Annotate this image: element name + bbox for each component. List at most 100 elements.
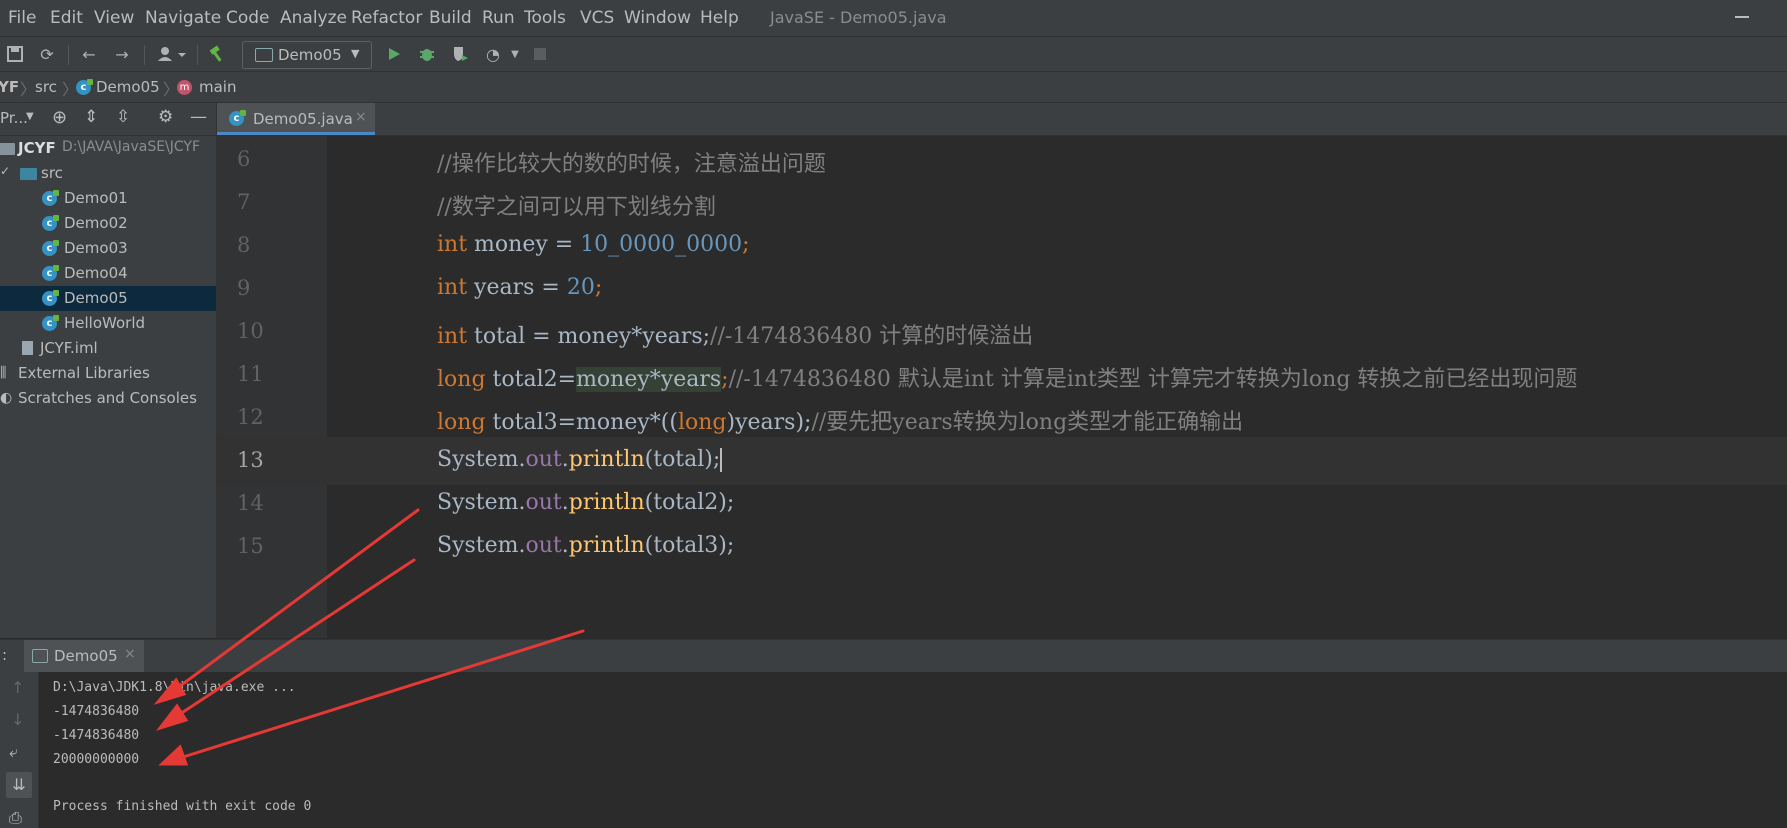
close-icon[interactable]: ×	[355, 109, 367, 125]
chevron-down-icon[interactable]: ▼	[26, 111, 34, 122]
code-line[interactable]: 15 System.out.println(total3);	[217, 523, 1787, 571]
back-arrow-icon[interactable]: ←	[78, 43, 100, 65]
tree-item-class[interactable]: c Demo02	[0, 211, 216, 236]
code-line-current[interactable]: 13 System.out.println(total);	[217, 437, 1787, 485]
editor-tab-bar: c Demo05.java ×	[217, 103, 1787, 136]
line-number: 7	[237, 190, 251, 214]
breadcrumb-src[interactable]: src	[35, 78, 57, 96]
menu-window[interactable]: Window	[624, 8, 691, 28]
class-label: Demo03	[64, 239, 128, 257]
scroll-to-end-icon[interactable]: ⇊	[6, 772, 32, 798]
class-label: Demo01	[64, 189, 128, 207]
sync-icon[interactable]: ⟳	[36, 43, 58, 65]
breadcrumb: YF 〉 src 〉 c Demo05 〉 m main	[0, 72, 1787, 103]
scratches-icon: ◐	[0, 390, 13, 406]
code-comment: //操作比较大的数的时候，注意溢出问题	[437, 152, 826, 177]
menu-file[interactable]: File	[8, 8, 36, 28]
code-text: long total2=money*years;//-1474836480 默认…	[437, 367, 1578, 392]
chevron-right-icon: 〉	[20, 80, 37, 99]
menu-navigate[interactable]: Navigate	[145, 8, 221, 28]
code-text: int total = money*years;//-1474836480 计算…	[437, 324, 1034, 349]
library-icon: ⫼	[0, 365, 7, 381]
class-icon: c	[76, 79, 93, 95]
menu-refactor[interactable]: Refactor	[351, 8, 422, 28]
tree-item-iml[interactable]: JCYF.iml	[0, 336, 216, 361]
breadcrumb-method[interactable]: main	[199, 78, 236, 96]
code-line[interactable]: 14 System.out.println(total2);	[217, 480, 1787, 528]
code-line[interactable]: 7 //数字之间可以用下划线分割	[217, 179, 1787, 227]
line-number: 11	[237, 362, 264, 386]
locate-target-icon[interactable]: ⊕	[52, 107, 67, 128]
tree-item-class[interactable]: c Demo03	[0, 236, 216, 261]
debug-bug-icon[interactable]	[416, 43, 438, 65]
menu-bar: File Edit View Navigate Code Analyze Ref…	[0, 0, 1787, 37]
up-arrow-icon[interactable]: ↑	[11, 678, 24, 697]
tree-item-class[interactable]: c HelloWorld	[0, 311, 216, 336]
external-libraries-label: External Libraries	[18, 364, 150, 382]
soft-wrap-icon[interactable]: ⤶	[9, 742, 18, 762]
menu-edit[interactable]: Edit	[50, 8, 83, 28]
menu-analyze[interactable]: Analyze	[280, 8, 347, 28]
menu-view[interactable]: View	[94, 8, 134, 28]
menu-help[interactable]: Help	[700, 8, 739, 28]
run-configuration-select[interactable]: Demo05 ▼	[242, 41, 372, 69]
code-text: long total3=money*((long)years);//要先把yea…	[437, 410, 1244, 435]
line-number: 12	[237, 405, 264, 429]
tree-item-src[interactable]: ✓ src	[0, 161, 216, 186]
code-line[interactable]: 12 long total3=money*((long)years);//要先把…	[217, 394, 1787, 442]
code-line[interactable]: 8 int money = 10_0000_0000;	[217, 222, 1787, 270]
hide-panel-icon[interactable]: —	[190, 107, 207, 127]
print-icon[interactable]: ⎙	[9, 808, 22, 828]
menu-code[interactable]: Code	[226, 8, 270, 28]
run-icon[interactable]	[383, 43, 405, 65]
minimize-icon[interactable]	[1735, 16, 1749, 18]
close-icon[interactable]: ×	[124, 646, 136, 662]
console-output[interactable]: D:\Java\JDK1.8\bin\java.exe ... -1474836…	[39, 672, 1787, 828]
user-dropdown-icon[interactable]	[155, 43, 189, 65]
tree-item-project-root[interactable]: JCYF D:\JAVA\JavaSE\JCYF	[0, 136, 216, 161]
coverage-shield-icon[interactable]	[449, 43, 471, 65]
run-tab-demo05[interactable]: Demo05 ×	[24, 640, 144, 672]
menu-run[interactable]: Run	[482, 8, 515, 28]
tree-item-class[interactable]: c Demo04	[0, 261, 216, 286]
gear-icon[interactable]: ⚙	[158, 107, 173, 127]
run-sidebar-toolbar: ↑ ↓ ⤶ ⇊ ⎙	[0, 672, 39, 828]
chevron-down-icon[interactable]: ✓	[0, 164, 10, 178]
class-icon: c	[42, 315, 59, 331]
code-line[interactable]: 10 int total = money*years;//-1474836480…	[217, 308, 1787, 356]
console-line: -1474836480	[53, 704, 140, 719]
chevron-down-icon[interactable]: ▼	[504, 43, 526, 65]
expand-all-icon[interactable]: ⇕	[84, 107, 98, 127]
code-line[interactable]: 11 long total2=money*years;//-1474836480…	[217, 351, 1787, 399]
tree-item-class-selected[interactable]: c Demo05	[0, 286, 216, 311]
class-label: HelloWorld	[64, 314, 146, 332]
class-icon: c	[42, 240, 59, 256]
project-view-select[interactable]: Pr...	[0, 109, 28, 127]
iml-label: JCYF.iml	[40, 339, 98, 357]
editor-tab-demo05[interactable]: c Demo05.java ×	[217, 103, 375, 135]
forward-arrow-icon[interactable]: →	[111, 43, 133, 65]
save-icon[interactable]	[4, 43, 26, 65]
code-line[interactable]: 9 int years = 20;	[217, 265, 1787, 313]
menu-vcs[interactable]: VCS	[580, 8, 614, 28]
tree-item-scratches[interactable]: ◐ Scratches and Consoles	[0, 386, 216, 411]
breadcrumb-project[interactable]: YF	[0, 78, 19, 96]
collapse-all-icon[interactable]: ⇳	[116, 107, 130, 127]
breadcrumb-class[interactable]: Demo05	[96, 78, 160, 96]
class-icon: c	[42, 215, 59, 231]
menu-tools[interactable]: Tools	[524, 8, 566, 28]
stop-icon[interactable]	[529, 43, 551, 65]
profile-icon[interactable]: ◔	[482, 43, 504, 65]
line-number: 14	[237, 491, 264, 515]
code-line[interactable]: 6 //操作比较大的数的时候，注意溢出问题	[217, 136, 1787, 184]
tree-item-class[interactable]: c Demo01	[0, 186, 216, 211]
class-icon: c	[42, 290, 59, 306]
menu-build[interactable]: Build	[429, 8, 472, 28]
down-arrow-icon[interactable]: ↓	[11, 710, 24, 729]
line-number: 6	[237, 147, 251, 171]
class-label: Demo02	[64, 214, 128, 232]
code-editor[interactable]: 6 //操作比较大的数的时候，注意溢出问题 7 //数字之间可以用下划线分割 8…	[217, 136, 1787, 638]
tree-item-external-libraries[interactable]: ⫼ External Libraries	[0, 361, 216, 386]
build-hammer-icon[interactable]	[206, 43, 228, 65]
text-cursor	[720, 448, 723, 472]
